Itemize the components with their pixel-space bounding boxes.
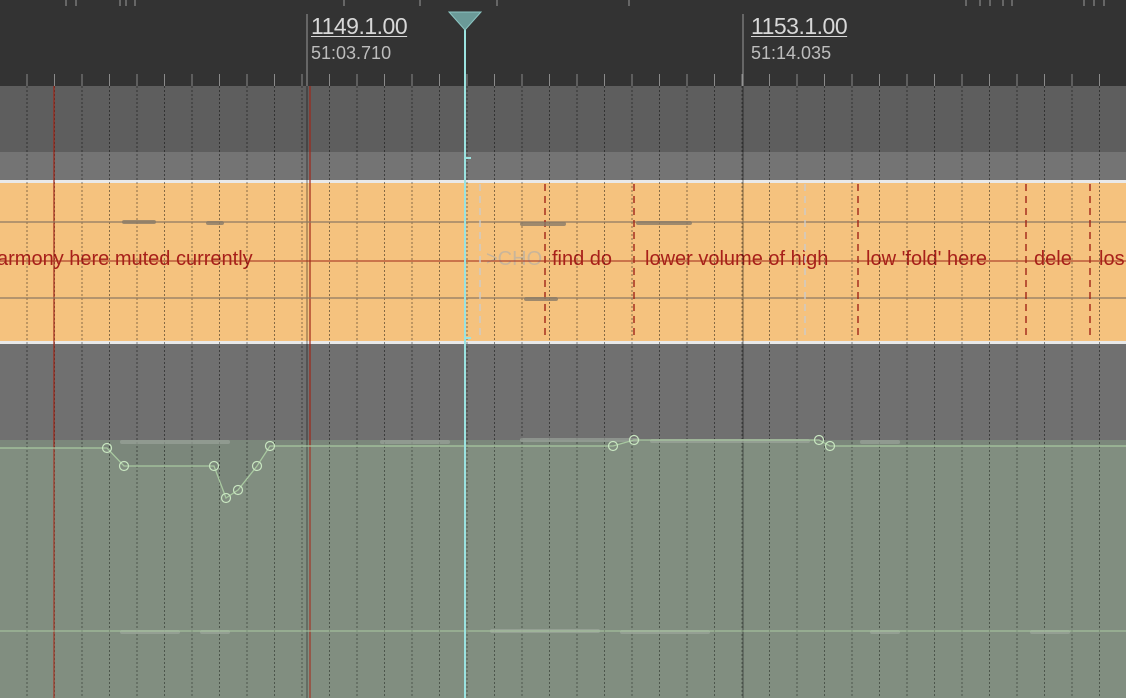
playhead-icon <box>447 11 483 31</box>
waveform-blob <box>520 222 566 226</box>
waveform-blob <box>860 440 900 444</box>
waveform-blob <box>524 297 558 301</box>
waveform-blob <box>520 438 640 442</box>
waveform-blob <box>380 440 450 444</box>
waveform-blob <box>120 440 230 444</box>
waveform-blob <box>636 221 692 225</box>
waveform-blob <box>206 221 224 225</box>
timeline-overlay <box>0 11 1126 698</box>
selection-bracket <box>464 157 471 339</box>
waveform-blob <box>122 220 156 224</box>
envelope-fill <box>0 440 1126 698</box>
